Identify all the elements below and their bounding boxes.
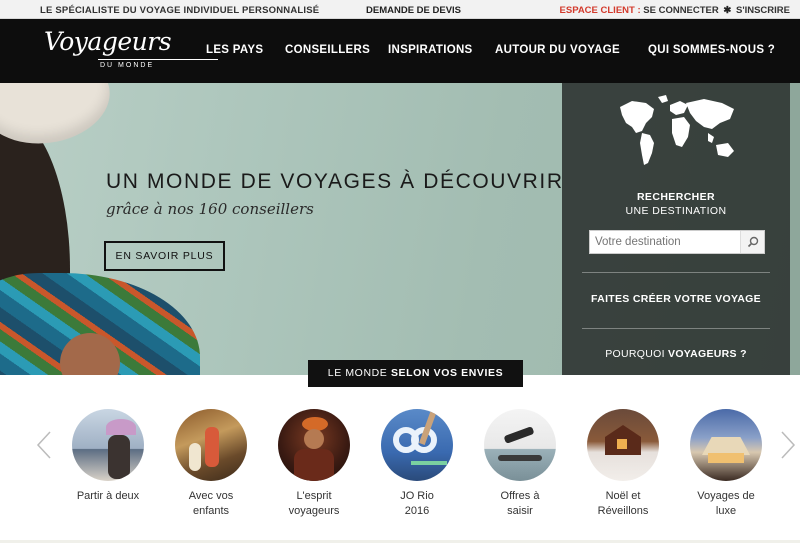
theme-image <box>72 409 144 481</box>
site-logo[interactable]: Voyageurs DU MONDE <box>44 27 218 69</box>
why-prefix: POURQUOI <box>605 348 669 360</box>
hero-subtitle: grâce à nos 160 conseillers <box>106 200 314 218</box>
hero-title: UN MONDE DE VOYAGES À DÉCOUVRIR <box>106 170 564 193</box>
theme-label: Partir à deux <box>76 490 140 502</box>
theme-image <box>484 409 556 481</box>
destination-search-input[interactable] <box>590 231 740 253</box>
client-area-label: ESPACE CLIENT : <box>559 5 641 16</box>
theme-label: L'esprit voyageurs <box>288 490 340 517</box>
theme-avec-vos-enfants[interactable]: Avec vos enfants <box>161 409 261 519</box>
theme-image <box>381 409 453 481</box>
separator-icon: ✱ <box>723 5 732 16</box>
why-bold: VOYAGEURS ? <box>668 348 747 360</box>
theme-esprit-voyageurs[interactable]: L'esprit voyageurs <box>264 409 364 519</box>
nav-autour-du-voyage[interactable]: AUTOUR DU VOYAGE <box>495 44 620 56</box>
theme-jo-rio-2016[interactable]: JO Rio 2016 <box>367 409 467 519</box>
nav-conseillers[interactable]: CONSEILLERS <box>285 44 370 56</box>
top-utility-bar: LE SPÉCIALISTE DU VOYAGE INDIVIDUEL PERS… <box>0 0 800 19</box>
theme-label: Voyages de luxe <box>697 490 755 517</box>
theme-noel-et-reveillons[interactable]: Noël et Réveillons <box>573 409 673 519</box>
login-link[interactable]: SE CONNECTER <box>643 5 718 16</box>
why-voyageurs-link[interactable]: POURQUOI VOYAGEURS ? <box>562 348 790 360</box>
create-trip-link[interactable]: FAITES CRÉER VOTRE VOYAGE <box>562 293 790 305</box>
main-header: Voyageurs DU MONDE LES PAYS CONSEILLERS … <box>0 19 800 83</box>
nav-qui-sommes-nous[interactable]: QUI SOMMES-NOUS ? <box>648 44 775 56</box>
panel-divider <box>582 328 770 329</box>
hero-edge <box>790 83 800 375</box>
destination-search-box <box>589 230 765 254</box>
theme-label: Offres à saisir <box>500 490 540 517</box>
learn-more-button[interactable]: EN SAVOIR PLUS <box>104 241 225 271</box>
ribbon-prefix: LE MONDE <box>327 367 391 379</box>
theme-offres-a-saisir[interactable]: Offres à saisir <box>470 409 570 519</box>
theme-label: JO Rio 2016 <box>400 490 434 517</box>
nav-les-pays[interactable]: LES PAYS <box>206 44 263 56</box>
theme-voyages-de-luxe[interactable]: Voyages de luxe <box>676 409 776 519</box>
client-area: ESPACE CLIENT : SE CONNECTER ✱ S'INSCRIR… <box>560 5 790 16</box>
destination-search-panel: RECHERCHER UNE DESTINATION FAITES CRÉER … <box>562 83 790 375</box>
ribbon-bold: SELON VOS ENVIES <box>390 367 504 379</box>
tagline: LE SPÉCIALISTE DU VOYAGE INDIVIDUEL PERS… <box>40 5 320 16</box>
theme-image <box>690 409 762 481</box>
theme-image <box>278 409 350 481</box>
panel-divider <box>582 272 770 273</box>
nav-inspirations[interactable]: INSPIRATIONS <box>388 44 473 56</box>
register-link[interactable]: S'INSCRIRE <box>736 5 790 16</box>
theme-partir-a-deux[interactable]: Partir à deux <box>58 409 158 504</box>
section-ribbon: LE MONDE SELON VOS ENVIES <box>308 360 523 387</box>
world-map-icon <box>620 95 734 165</box>
carousel-next-arrow[interactable] <box>776 430 798 460</box>
carousel-prev-arrow[interactable] <box>34 430 56 460</box>
search-button[interactable] <box>740 231 764 253</box>
theme-label: Avec vos enfants <box>188 490 234 517</box>
theme-image <box>587 409 659 481</box>
logo-underline <box>98 59 218 60</box>
theme-label: Noël et Réveillons <box>597 490 649 517</box>
quote-request-link[interactable]: DEMANDE DE DEVIS <box>366 5 461 16</box>
themes-carousel: Partir à deux Avec vos enfants L'esprit vo… <box>0 387 800 543</box>
search-icon <box>747 236 759 248</box>
search-subtitle: UNE DESTINATION <box>625 205 727 217</box>
theme-image <box>175 409 247 481</box>
logo-wordmark: Voyageurs <box>44 27 172 56</box>
logo-subtitle: DU MONDE <box>100 62 155 69</box>
search-title: RECHERCHER <box>636 191 716 203</box>
